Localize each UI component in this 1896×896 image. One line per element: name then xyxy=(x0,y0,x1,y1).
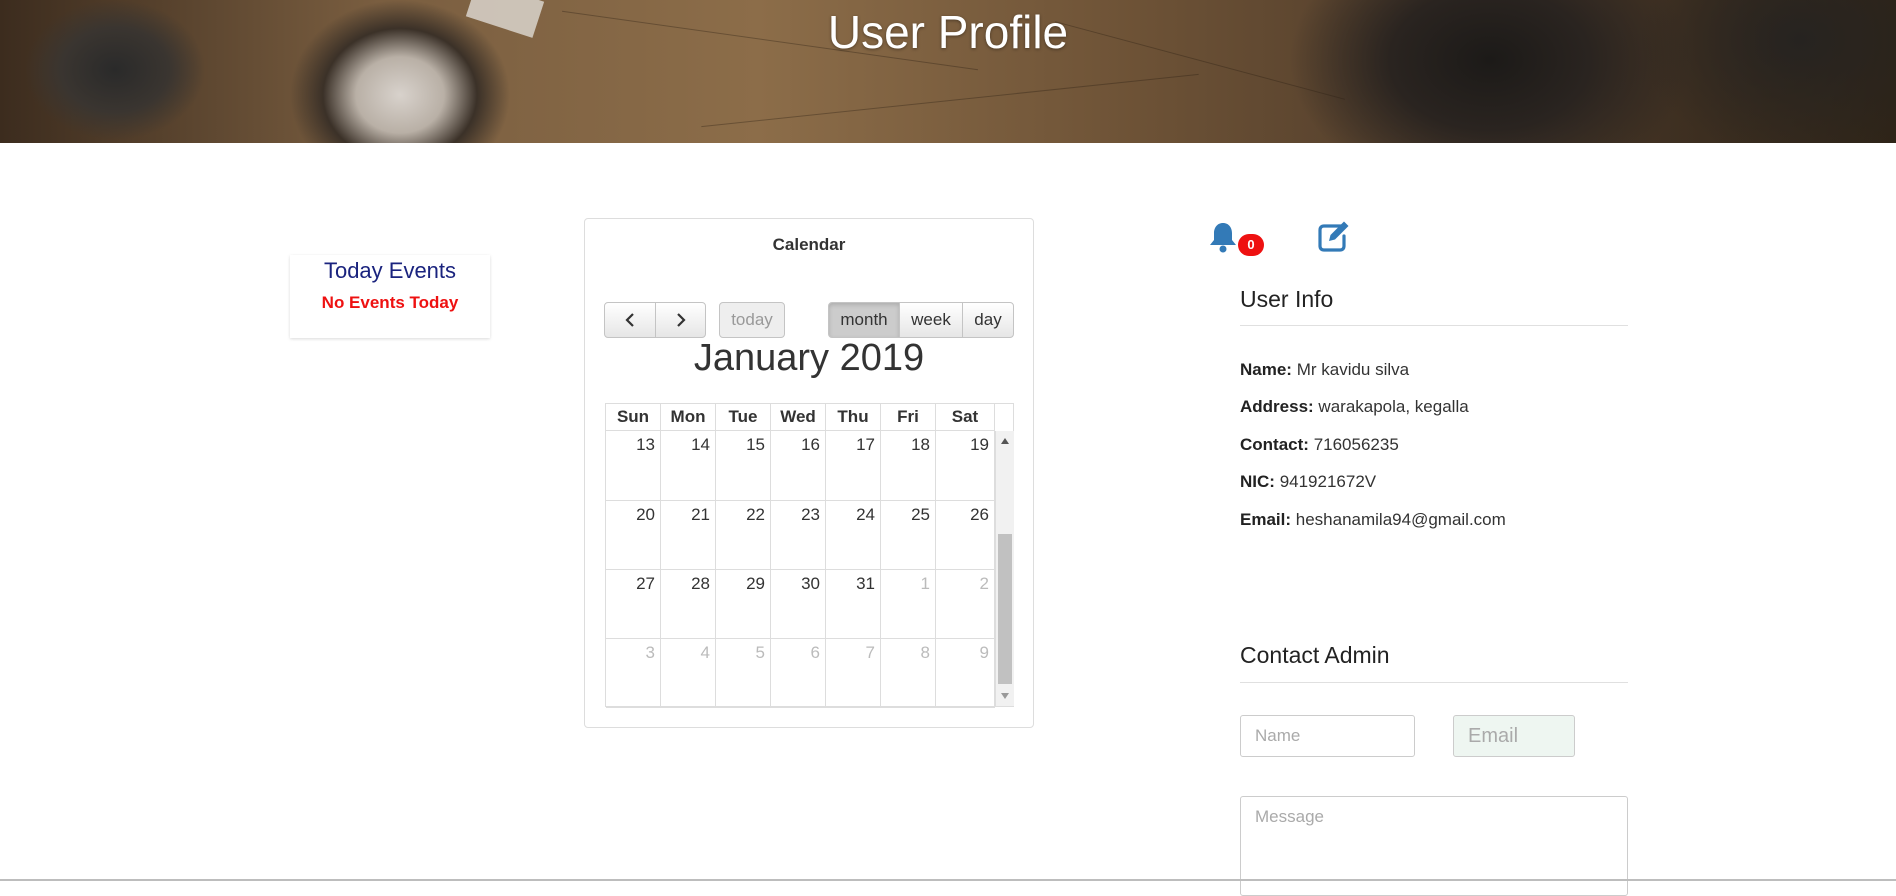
bell-icon[interactable] xyxy=(1208,220,1238,254)
calendar-week-row: 20 21 22 23 24 25 26 xyxy=(606,501,995,570)
calendar-day-cell[interactable]: 19 xyxy=(936,431,995,500)
day-view-button[interactable]: day xyxy=(962,302,1014,338)
prev-month-button[interactable] xyxy=(604,302,656,338)
user-contact-row: Contact: 716056235 xyxy=(1240,435,1399,455)
calendar-day-cell[interactable]: 31 xyxy=(826,570,881,638)
next-month-button[interactable] xyxy=(655,302,706,338)
user-contact-label: Contact: xyxy=(1240,435,1309,454)
week-view-button[interactable]: week xyxy=(899,302,963,338)
user-email-value: heshanamila94@gmail.com xyxy=(1295,510,1506,529)
calendar-day-cell[interactable]: 30 xyxy=(771,570,826,638)
calendar-panel: Calendar today month week day January 20… xyxy=(584,218,1034,728)
weekday-header-cell: Sun xyxy=(606,404,661,430)
calendar-day-cell[interactable]: 29 xyxy=(716,570,771,638)
user-address-row: Address: warakapola, kegalla xyxy=(1240,397,1469,417)
scroll-thumb[interactable] xyxy=(998,534,1012,684)
calendar-day-cell[interactable]: 9 xyxy=(936,639,995,707)
user-info-divider xyxy=(1240,325,1628,326)
user-name-row: Name: Mr kavidu silva xyxy=(1240,360,1409,380)
chevron-left-icon xyxy=(625,313,634,327)
calendar-day-cell[interactable]: 4 xyxy=(661,639,716,707)
calendar-title: January 2019 xyxy=(693,337,925,379)
calendar-day-cell[interactable]: 3 xyxy=(606,639,661,707)
contact-admin-title: Contact Admin xyxy=(1240,642,1390,668)
calendar-day-cell[interactable]: 28 xyxy=(661,570,716,638)
calendar-day-cell[interactable]: 1 xyxy=(881,570,936,638)
today-events-card: Today Events No Events Today xyxy=(290,255,490,338)
calendar-day-cell[interactable]: 25 xyxy=(881,501,936,569)
contact-admin-divider xyxy=(1240,682,1628,683)
user-email-label: Email: xyxy=(1240,510,1292,529)
weekday-header-cell: Fri xyxy=(881,404,936,430)
calendar-week-row: 3456789 xyxy=(606,639,995,708)
chevron-right-icon xyxy=(676,313,686,327)
user-contact-value: 716056235 xyxy=(1313,435,1399,454)
user-info-title: User Info xyxy=(1240,286,1334,312)
calendar-grid: Sun Mon Tue Wed Thu Fri Sat 13 14 15 16 17 18 19 20 21… xyxy=(605,403,1014,708)
today-button[interactable]: today xyxy=(719,302,785,338)
user-email-row: Email: heshanamila94@gmail.com xyxy=(1240,510,1506,530)
user-address-label: Address: xyxy=(1240,397,1314,416)
today-events-empty: No Events Today xyxy=(321,293,459,312)
user-nic-value: 941921672V xyxy=(1279,472,1377,491)
calendar-day-cell[interactable]: 21 xyxy=(661,501,716,569)
page-title: User Profile xyxy=(827,6,1069,58)
calendar-day-cell[interactable]: 17 xyxy=(826,431,881,500)
calendar-scrollbar[interactable] xyxy=(995,431,1014,706)
calendar-day-cell[interactable]: 2 xyxy=(936,570,995,638)
contact-email-input[interactable] xyxy=(1453,715,1575,757)
calendar-day-cell[interactable]: 13 xyxy=(606,431,661,500)
calendar-day-cell[interactable]: 23 xyxy=(771,501,826,569)
user-name-value: Mr kavidu silva xyxy=(1296,360,1410,379)
calendar-day-cell[interactable]: 22 xyxy=(716,501,771,569)
notification-badge[interactable]: 0 xyxy=(1238,234,1264,256)
calendar-week-row: 13 14 15 16 17 18 19 xyxy=(606,431,995,501)
calendar-week-row: 27 28 29 30 31 1 2 xyxy=(606,570,995,639)
calendar-weeks: 13 14 15 16 17 18 19 20 21 22 23 24 25 26 27 28 29 30 31 1 2… xyxy=(606,431,995,708)
calendar-day-cell[interactable]: 5 xyxy=(716,639,771,707)
user-nic-row: NIC: 941921672V xyxy=(1240,472,1376,492)
calendar-day-cell[interactable]: 15 xyxy=(716,431,771,500)
user-address-value: warakapola, kegalla xyxy=(1318,397,1469,416)
weekday-header-cell: Thu xyxy=(826,404,881,430)
calendar-day-cell[interactable]: 24 xyxy=(826,501,881,569)
weekday-header-cell: Sat xyxy=(936,404,995,430)
user-name-label: Name: xyxy=(1240,360,1292,379)
header-banner: User Profile xyxy=(0,0,1896,143)
user-nic-label: NIC: xyxy=(1240,472,1275,491)
calendar-heading: Calendar xyxy=(772,235,846,254)
calendar-day-cell[interactable]: 16 xyxy=(771,431,826,500)
scroll-down-arrow-icon[interactable] xyxy=(1001,693,1009,699)
month-view-button[interactable]: month xyxy=(828,302,900,338)
weekday-header: Sun Mon Tue Wed Thu Fri Sat xyxy=(606,404,995,431)
calendar-day-cell[interactable]: 6 xyxy=(771,639,826,707)
scroll-up-arrow-icon[interactable] xyxy=(1001,438,1009,444)
weekday-header-cell: Wed xyxy=(771,404,826,430)
calendar-day-cell[interactable]: 27 xyxy=(606,570,661,638)
weekday-header-cell: Tue xyxy=(716,404,771,430)
weekday-header-cell: Mon xyxy=(661,404,716,430)
calendar-day-cell[interactable]: 8 xyxy=(881,639,936,707)
edit-icon[interactable] xyxy=(1316,218,1352,254)
today-events-title: Today Events xyxy=(323,258,457,283)
calendar-day-cell[interactable]: 7 xyxy=(826,639,881,707)
calendar-day-cell[interactable]: 26 xyxy=(936,501,995,569)
contact-message-input[interactable] xyxy=(1240,796,1628,896)
calendar-day-cell[interactable]: 14 xyxy=(661,431,716,500)
calendar-day-cell[interactable]: 18 xyxy=(881,431,936,500)
calendar-day-cell[interactable]: 20 xyxy=(606,501,661,569)
contact-name-input[interactable] xyxy=(1240,715,1415,757)
